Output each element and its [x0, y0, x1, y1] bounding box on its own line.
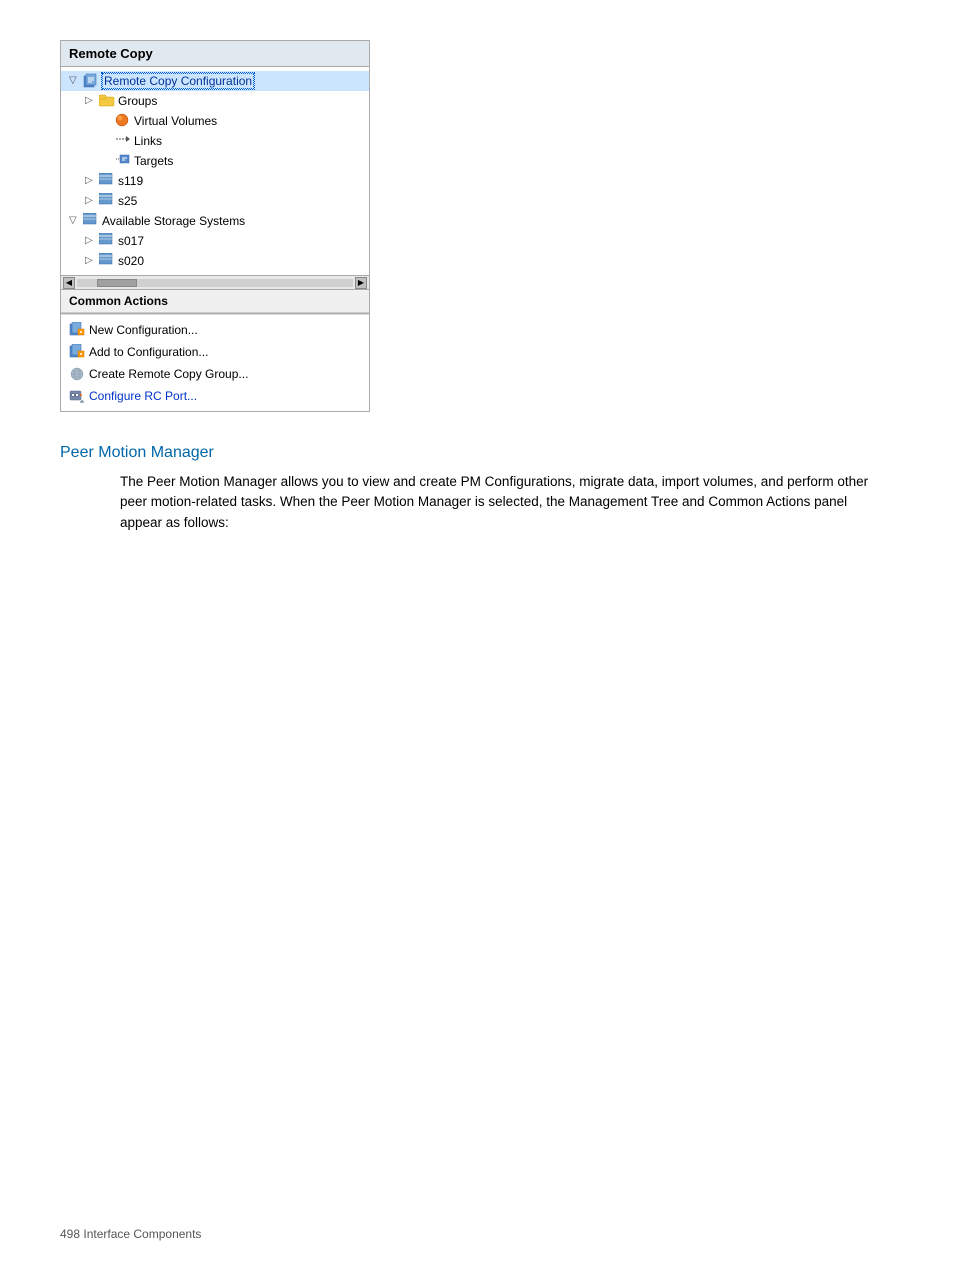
- actions-area: New Configuration... Add to Configuratio…: [61, 314, 369, 411]
- globe-icon: [69, 366, 85, 382]
- scroll-thumb[interactable]: [97, 279, 137, 287]
- arrow-right-icon: [85, 95, 97, 107]
- storage-s017-icon: [99, 233, 115, 249]
- scroll-track[interactable]: [77, 279, 353, 287]
- footer-text: 498 Interface Components: [60, 1227, 201, 1241]
- tree-label-targets: Targets: [134, 154, 173, 168]
- add-config-icon: [69, 344, 85, 360]
- page-footer: 498 Interface Components: [60, 1227, 201, 1241]
- tree-item-s25[interactable]: s25: [61, 191, 369, 211]
- arrow-down-available: [69, 215, 81, 227]
- section-body-text: The Peer Motion Manager allows you to vi…: [120, 472, 880, 533]
- tree-item-remote-copy-config[interactable]: Remote Copy Configuration: [61, 71, 369, 91]
- action-create-group: Create Remote Copy Group...: [61, 363, 369, 385]
- storage-s020-icon: [99, 253, 115, 269]
- common-actions-title: Common Actions: [69, 294, 168, 308]
- tree-item-s020[interactable]: s020: [61, 251, 369, 271]
- action-label-configure-port: Configure RC Port...: [89, 389, 197, 403]
- tree-label-remote-copy-config: Remote Copy Configuration: [102, 73, 254, 89]
- port-icon: [69, 388, 85, 404]
- tree-label-groups: Groups: [118, 94, 157, 108]
- section-heading: Peer Motion Manager: [60, 444, 894, 462]
- new-config-icon: [69, 322, 85, 338]
- action-add-config[interactable]: Add to Configuration...: [61, 341, 369, 363]
- tree-label-s25: s25: [118, 194, 137, 208]
- tree-item-available-storage[interactable]: Available Storage Systems: [61, 211, 369, 231]
- storage-s119-icon: [99, 173, 115, 189]
- tree-label-available-storage: Available Storage Systems: [102, 214, 245, 228]
- tree-label-links: Links: [134, 134, 162, 148]
- action-label-add-config: Add to Configuration...: [89, 345, 208, 359]
- horizontal-scrollbar[interactable]: ◀ ▶: [61, 275, 369, 289]
- tree-item-targets[interactable]: ▷ Targets: [61, 151, 369, 171]
- arrow-right-s119: [85, 175, 97, 187]
- panel-title: Remote Copy: [61, 41, 369, 67]
- arrow-right-s017: [85, 235, 97, 247]
- common-actions-header: Common Actions: [61, 289, 369, 313]
- scroll-right-button[interactable]: ▶: [355, 277, 367, 289]
- action-label-create-group: Create Remote Copy Group...: [89, 367, 248, 381]
- tree-item-virtual-volumes[interactable]: ▷ Virtual Volumes: [61, 111, 369, 131]
- screenshot-panel: Remote Copy Remote Copy Configuration: [60, 40, 370, 412]
- config-icon: [83, 73, 99, 89]
- vv-icon: [115, 113, 131, 129]
- tree-label-s119: s119: [118, 174, 143, 188]
- panel-title-text: Remote Copy: [69, 46, 153, 61]
- links-icon: [115, 133, 131, 149]
- action-label-new-config: New Configuration...: [89, 323, 198, 337]
- arrow-right-s020: [85, 255, 97, 267]
- tree-item-links[interactable]: ▷ Links: [61, 131, 369, 151]
- arrow-down-icon: [69, 75, 81, 87]
- action-new-config[interactable]: New Configuration...: [61, 319, 369, 341]
- storage-avail-icon: [83, 213, 99, 229]
- targets-icon: [115, 153, 131, 169]
- tree-item-s017[interactable]: s017: [61, 231, 369, 251]
- scroll-left-button[interactable]: ◀: [63, 277, 75, 289]
- tree-area: Remote Copy Configuration Groups ▷: [61, 67, 369, 275]
- tree-item-groups[interactable]: Groups: [61, 91, 369, 111]
- tree-label-virtual-volumes: Virtual Volumes: [134, 114, 217, 128]
- tree-item-s119[interactable]: s119: [61, 171, 369, 191]
- folder-icon: [99, 93, 115, 109]
- storage-s25-icon: [99, 193, 115, 209]
- action-configure-port[interactable]: Configure RC Port...: [61, 385, 369, 407]
- arrow-right-s25: [85, 195, 97, 207]
- tree-label-s017: s017: [118, 234, 144, 248]
- tree-label-s020: s020: [118, 254, 144, 268]
